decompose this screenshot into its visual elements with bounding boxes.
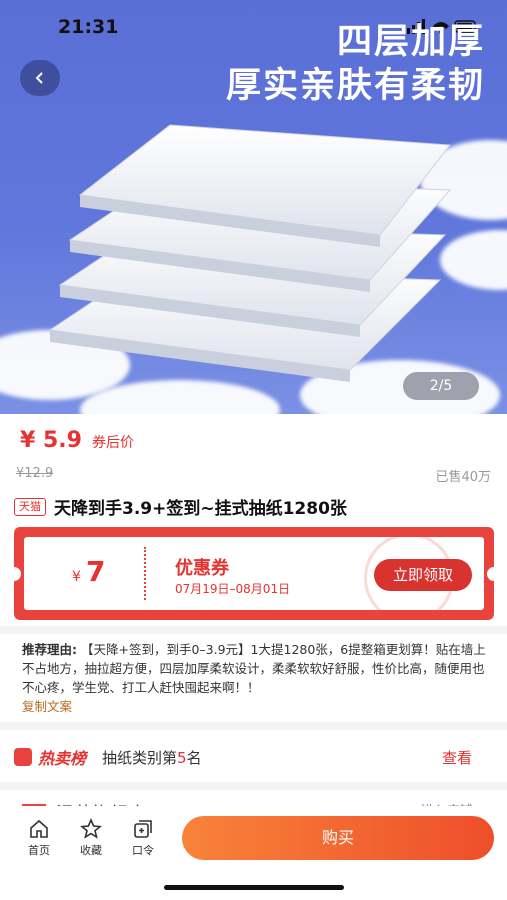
rank-suffix: 名 [186, 748, 202, 767]
status-time: 21:31 [58, 16, 119, 38]
after-coupon-label: 券后价 [91, 435, 134, 451]
coupon-validity: 07月19日–08月01日 [175, 582, 291, 596]
divider [0, 626, 507, 634]
price-row: ¥ 5.9 券后价 [20, 428, 134, 453]
image-pager: 2/5 [403, 372, 479, 400]
coupon-card[interactable]: ¥ 7 优惠券 07月19日–08月01日 立即领取 [7, 527, 501, 620]
rank-description: 抽纸类别第5名 [102, 747, 202, 768]
hero-title-line2: 厚实亲肤有柔韧 [225, 66, 485, 106]
coupon-value: 7 [86, 555, 106, 588]
current-price: ¥ 5.9 [20, 428, 82, 453]
home-icon [30, 819, 48, 838]
product-image-carousel[interactable]: 21:31 四层加厚 厚实亲肤有柔韧 2/5 [0, 0, 507, 414]
tissue-stack-image [48, 124, 452, 382]
bottom-action-bar: 首页 收藏 口令 购买 [0, 806, 507, 900]
home-indicator [164, 885, 344, 890]
claim-coupon-button[interactable]: 立即领取 [374, 559, 472, 591]
back-button[interactable] [20, 60, 60, 96]
recommend-label: 推荐理由: [22, 642, 77, 657]
coupon-amount: ¥ 7 [72, 555, 106, 588]
star-icon [80, 818, 102, 839]
product-title-row: 天猫 天降到手3.9+签到~挂式抽纸1280张 [14, 494, 347, 519]
product-title: 天降到手3.9+签到~挂式抽纸1280张 [54, 499, 347, 519]
hero-title: 四层加厚 厚实亲肤有柔韧 [226, 20, 485, 108]
tmall-badge: 天猫 [14, 497, 46, 516]
hot-rank-logo: 热卖榜 [14, 745, 86, 769]
command-icon [134, 820, 152, 838]
tab-home[interactable]: 首页 [19, 818, 59, 858]
copy-text-link[interactable]: 复制文案 [22, 697, 488, 716]
recommend-reason: 推荐理由: 【天降+签到，到手0–3.9元】1大提1280张，6提整箱更划算！贴… [22, 640, 488, 716]
coupon-currency: ¥ [72, 569, 81, 585]
sold-count: 已售40万 [435, 470, 491, 485]
trophy-icon [14, 748, 32, 766]
original-price: ¥12.9 [16, 466, 54, 481]
tab-favorite-label: 收藏 [80, 844, 102, 857]
view-rank-link[interactable]: 查看 [442, 747, 472, 768]
hero-title-line1: 四层加厚 [336, 22, 485, 62]
coupon-name: 优惠券 [175, 558, 229, 579]
recommend-text: 【天降+签到，到手0–3.9元】1大提1280张，6提整箱更划算！贴在墙上不占地… [22, 642, 486, 695]
divider [0, 782, 507, 790]
divider [0, 722, 507, 730]
buy-button[interactable]: 购买 [182, 816, 494, 860]
tab-favorite[interactable]: 收藏 [71, 818, 111, 858]
coupon-notch [7, 567, 21, 581]
tab-command-label: 口令 [132, 844, 154, 857]
tab-home-label: 首页 [28, 844, 50, 857]
coupon-divider [144, 547, 146, 600]
chevron-left-icon [35, 72, 43, 84]
tab-command[interactable]: 口令 [123, 818, 163, 858]
hot-rank-logo-text: 热卖榜 [38, 749, 87, 768]
coupon-inner: ¥ 7 优惠券 07月19日–08月01日 立即领取 [24, 537, 484, 610]
rank-number: 5 [177, 748, 187, 767]
hot-rank-row[interactable]: 热卖榜 抽纸类别第5名 查看 [14, 742, 494, 772]
rank-prefix: 抽纸类别第 [102, 748, 178, 767]
coupon-notch [487, 567, 501, 581]
